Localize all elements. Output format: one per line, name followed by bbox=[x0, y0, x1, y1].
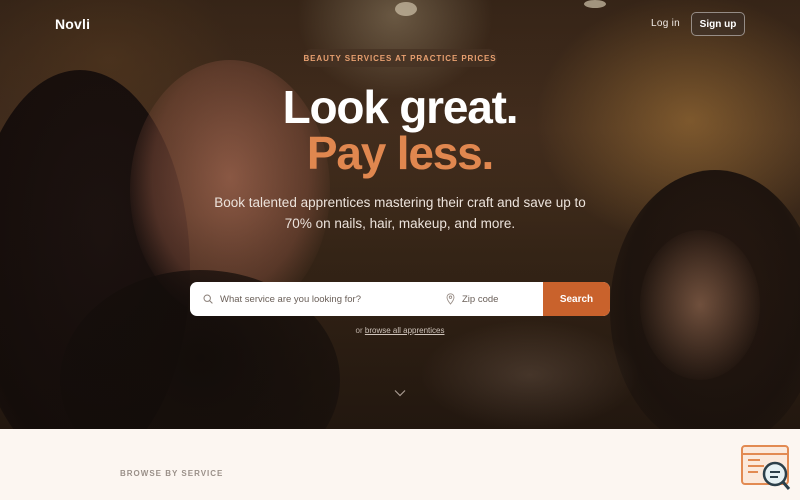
top-nav: Novli Log in Sign up bbox=[0, 12, 800, 37]
browse-alternative: or browse all apprentices bbox=[0, 326, 800, 335]
map-pin-icon bbox=[446, 293, 455, 305]
browse-apprentices-link[interactable]: browse all apprentices bbox=[365, 326, 445, 335]
browse-by-service-section: BROWSE BY SERVICE bbox=[0, 429, 800, 500]
hero-subtitle: Book talented apprentices mastering thei… bbox=[214, 195, 586, 231]
hero-badge: BEAUTY SERVICES AT PRACTICE PRICES bbox=[303, 49, 497, 67]
chat-search-icon[interactable] bbox=[740, 445, 792, 491]
search-bar: Search bbox=[190, 282, 610, 316]
headline-line-1: Look great. bbox=[282, 81, 519, 133]
search-icon bbox=[203, 294, 213, 304]
search-button[interactable]: Search bbox=[543, 282, 610, 316]
headline-line-2: Pay less. bbox=[306, 127, 494, 179]
hero-section: Novli Log in Sign up BEAUTY SERVICES AT … bbox=[0, 0, 800, 429]
service-search-input[interactable] bbox=[220, 282, 440, 316]
signup-button[interactable]: Sign up bbox=[691, 12, 745, 36]
logo[interactable]: Novli bbox=[55, 16, 90, 32]
zip-code-input[interactable] bbox=[462, 282, 542, 316]
login-link[interactable]: Log in bbox=[651, 18, 680, 29]
section-heading: BROWSE BY SERVICE bbox=[120, 469, 224, 478]
alt-prefix: or bbox=[355, 326, 363, 335]
chevron-down-icon[interactable] bbox=[394, 389, 406, 397]
